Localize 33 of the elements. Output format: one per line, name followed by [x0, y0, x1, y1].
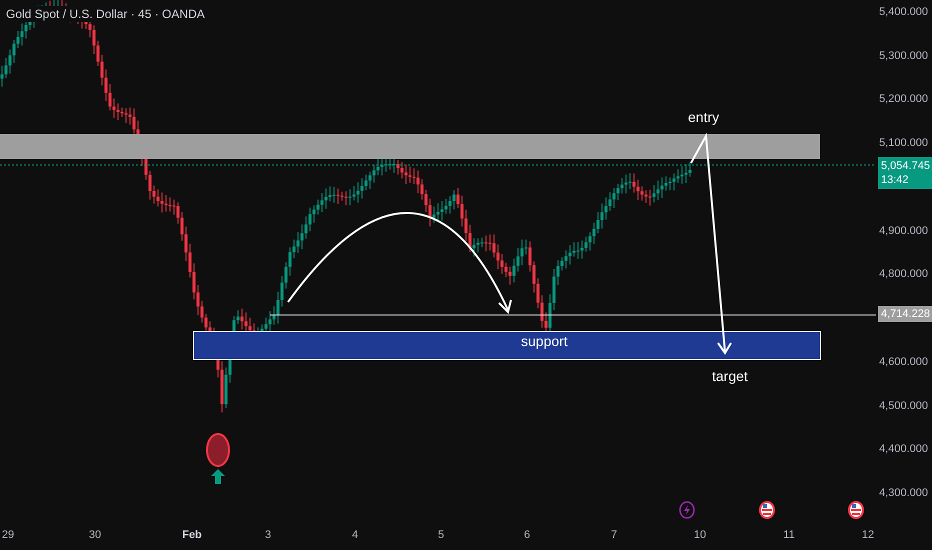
time-tick: 5	[438, 529, 444, 541]
price-tick: 5,200.000	[879, 93, 928, 106]
time-tick: 11	[783, 529, 795, 541]
time-tick: 12	[862, 529, 874, 541]
arrow-up-icon	[211, 469, 225, 484]
time-tick: 29	[2, 529, 14, 541]
time-tick: 30	[88, 529, 102, 541]
chart-title: Gold Spot / U.S. Dollar · 45 · OANDA	[4, 6, 207, 22]
support-label: support	[521, 333, 568, 349]
time-tick: 7	[610, 529, 618, 541]
current-price: 5,054.745	[881, 159, 929, 173]
flag-icon[interactable]	[848, 501, 864, 519]
price-tick: 4,800.000	[879, 268, 928, 280]
time-tick: Feb	[182, 529, 202, 541]
line-price-label: 4,714.228	[878, 306, 932, 322]
price-tick: 4,500.000	[879, 400, 928, 412]
time-tick: 3	[264, 529, 272, 541]
time-tick: 10	[694, 529, 706, 541]
price-tick: 4,900.000	[879, 224, 928, 237]
lightning-icon[interactable]	[679, 501, 695, 519]
price-tick: 5,100.000	[879, 137, 928, 150]
entry-label: entry	[688, 109, 720, 125]
bar-countdown: 13:42	[881, 173, 910, 187]
price-tick: 4,300.000	[879, 487, 928, 500]
price-tick: 4,400.000	[879, 443, 928, 456]
price-tick: 5,400.000	[879, 6, 928, 18]
flag-icon[interactable]	[759, 501, 775, 519]
time-tick: 4	[352, 529, 358, 541]
price-tick: 4,600.000	[879, 356, 928, 368]
time-tick: 6	[524, 529, 530, 541]
marker-ellipse	[206, 433, 230, 467]
price-tick: 5,300.000	[879, 50, 928, 62]
target-label: target	[712, 368, 748, 384]
